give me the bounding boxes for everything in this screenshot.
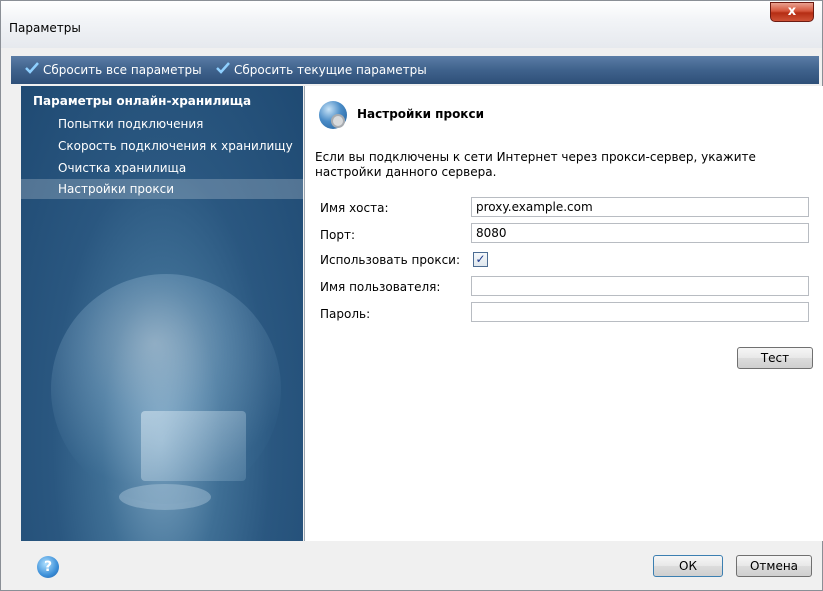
host-input[interactable] [471, 197, 809, 217]
test-button[interactable]: Тест [737, 347, 813, 369]
sidebar: Параметры онлайн-хранилища Попытки подкл… [21, 86, 303, 541]
title-bar[interactable]: Параметры x [1, 1, 822, 48]
port-input[interactable] [471, 223, 809, 243]
checkmark-icon [25, 62, 39, 77]
sidebar-item-storage-cleanup[interactable]: Очистка хранилища [21, 158, 303, 178]
username-label: Имя пользователя: [320, 280, 441, 294]
password-label: Пароль: [320, 307, 371, 321]
reset-current-button[interactable]: Сбросить текущие параметры [216, 62, 427, 77]
sidebar-item-connection-attempts[interactable]: Попытки подключения [21, 114, 303, 134]
close-icon: x [787, 4, 797, 19]
sidebar-item-connection-speed[interactable]: Скорость подключения к хранилищу [21, 136, 303, 156]
password-input[interactable] [471, 302, 809, 322]
port-label: Порт: [320, 228, 356, 242]
description-text: Если вы подключены к сети Интернет через… [315, 150, 756, 179]
reset-all-label: Сбросить все параметры [43, 63, 202, 77]
content-panel: Настройки прокси Если вы подключены к се… [304, 86, 823, 541]
reset-current-label: Сбросить текущие параметры [234, 63, 427, 77]
sidebar-item-proxy-settings[interactable]: Настройки прокси [21, 179, 303, 199]
host-label: Имя хоста: [320, 201, 389, 215]
cancel-button[interactable]: Отмена [736, 555, 812, 577]
ok-button[interactable]: ОК [653, 555, 723, 577]
footer: ? ОК Отмена [11, 542, 819, 588]
window-title: Параметры [9, 21, 81, 35]
toolbar: Сбросить все параметры Сбросить текущие … [11, 56, 819, 84]
computer-illustration [141, 411, 246, 481]
gear-icon [331, 114, 345, 128]
checkmark-icon [216, 62, 230, 77]
close-button[interactable]: x [770, 2, 814, 22]
use-proxy-label: Использовать прокси: [320, 253, 461, 267]
username-input[interactable] [471, 276, 809, 296]
sidebar-header[interactable]: Параметры онлайн-хранилища [33, 94, 251, 108]
settings-dialog: Параметры x Сбросить все параметры Сброс… [0, 0, 823, 591]
use-proxy-checkbox[interactable]: ✓ [473, 252, 488, 267]
page-title: Настройки прокси [357, 107, 484, 121]
computer-base-illustration [119, 484, 211, 510]
reset-all-button[interactable]: Сбросить все параметры [25, 62, 202, 77]
help-icon[interactable]: ? [37, 556, 59, 578]
